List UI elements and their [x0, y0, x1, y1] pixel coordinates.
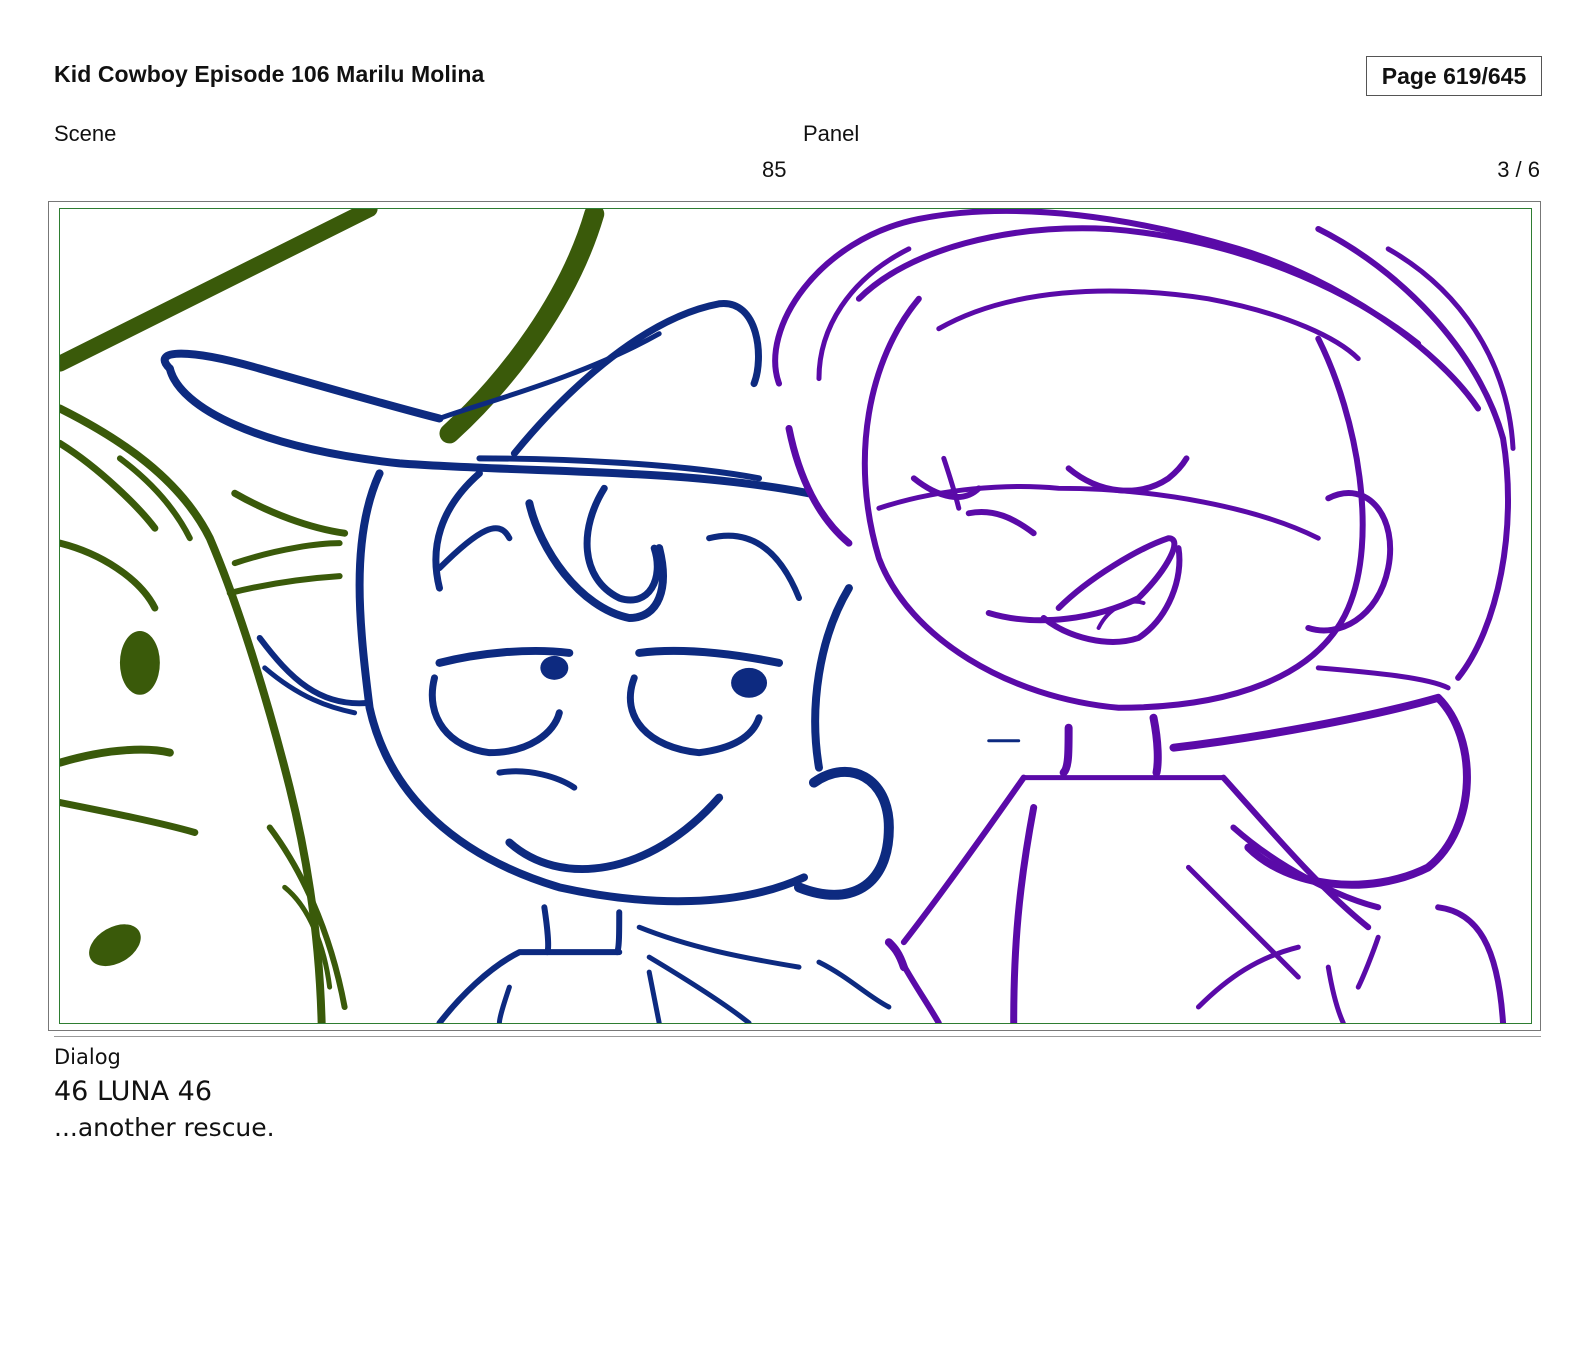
boy-character-sketch — [160, 300, 1021, 1023]
dialog-line: ...another rescue. — [54, 1113, 275, 1142]
scene-label: Scene — [54, 121, 117, 146]
page-counter: Page 619/645 — [1366, 56, 1542, 96]
girl-character-sketch — [772, 209, 1516, 1023]
storyboard-title: Kid Cowboy Episode 106 Marilu Molina — [54, 61, 485, 87]
dialog-speaker: 46 LUNA 46 — [54, 1076, 213, 1107]
dialog-divider — [54, 1036, 1541, 1037]
dialog-label: Dialog — [54, 1045, 121, 1069]
panel-label: Panel — [803, 121, 860, 146]
panel-number: 3 / 6 — [1497, 157, 1540, 182]
scene-number: 85 — [762, 157, 787, 182]
storyboard-panel-image — [59, 208, 1532, 1024]
left-character-sketch — [60, 209, 605, 1023]
